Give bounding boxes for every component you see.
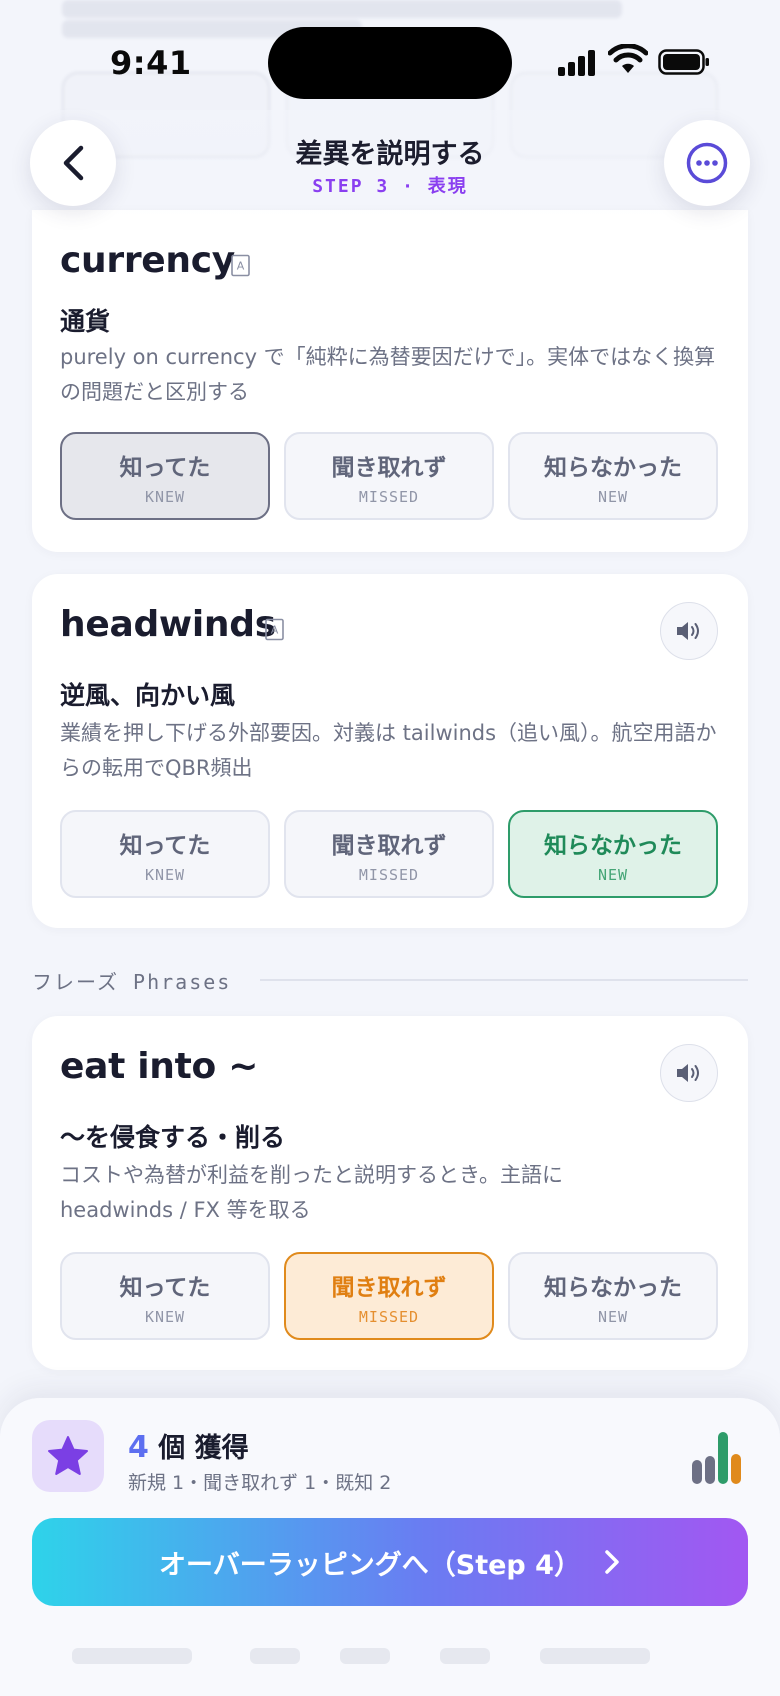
vocab-meaning: 逆風、向かい風 <box>60 681 236 710</box>
dictionary-icon[interactable]: A <box>264 618 286 642</box>
cellular-signal-icon <box>558 50 598 76</box>
new-button[interactable]: 知らなかった NEW <box>508 810 718 898</box>
vocab-note: 業績を押し下げる外部要因。対義は tailwinds（追い風）。航空用語からの転… <box>60 721 717 780</box>
missed-button[interactable]: 聞き取れず MISSED <box>284 810 494 898</box>
wifi-icon <box>608 44 648 73</box>
vocab-note: purely on currency で「純粋に為替要因だけで」。実体ではなく換… <box>60 345 716 404</box>
scrolled-content-ghost <box>72 1648 192 1664</box>
summary-panel: 4 個 獲得 新規 1・聞き取れず 1・既知 2 オーバーラッピングへ（Step… <box>0 1398 780 1696</box>
stats-bars-icon[interactable] <box>692 1432 752 1484</box>
svg-text:A: A <box>271 624 279 637</box>
missed-button[interactable]: 聞き取れず MISSED <box>284 432 494 520</box>
phrase-meaning: 〜を侵食する・削る <box>60 1123 286 1152</box>
next-step-label: オーバーラッピングへ（Step 4） <box>159 1549 581 1581</box>
back-button[interactable] <box>30 120 116 206</box>
vocab-term: currency <box>60 240 235 281</box>
scrolled-content-ghost <box>250 1648 300 1664</box>
section-label: フレーズ Phrases <box>32 970 232 994</box>
status-time: 9:41 <box>110 44 192 82</box>
chevron-right-icon <box>605 1550 619 1574</box>
play-audio-button[interactable] <box>660 1044 718 1102</box>
earned-count: 4 個 獲得 <box>128 1426 249 1465</box>
play-audio-button[interactable] <box>660 602 718 660</box>
phrase-card-eat-into: eat into ~ 〜を侵食する・削る コストや為替が利益を削ったと説明すると… <box>32 1016 748 1370</box>
vocab-meaning: 通貨 <box>60 307 111 336</box>
earned-label: 個 獲得 <box>158 1433 249 1464</box>
step-indicator: STEP 3 · 表現 <box>312 176 468 197</box>
star-badge <box>32 1420 104 1492</box>
phrase-term: eat into ~ <box>60 1046 259 1087</box>
dynamic-island <box>268 27 512 99</box>
page-title: 差異を説明する <box>295 139 485 170</box>
speaker-icon <box>677 622 699 640</box>
status-bar: 9:41 <box>0 0 780 110</box>
more-horizontal-icon <box>686 142 728 184</box>
dictionary-icon[interactable]: A <box>230 254 252 278</box>
chevron-left-icon <box>63 145 84 181</box>
star-icon <box>48 1436 88 1475</box>
scrolled-content-ghost <box>440 1648 490 1664</box>
missed-button[interactable]: 聞き取れず MISSED <box>284 1252 494 1340</box>
phrase-note: コストや為替が利益を削ったと説明するとき。主語に headwinds / FX … <box>60 1163 563 1222</box>
svg-text:A: A <box>237 260 245 273</box>
new-button[interactable]: 知らなかった NEW <box>508 432 718 520</box>
knew-button[interactable]: 知ってた KNEW <box>60 432 270 520</box>
scrolled-content-ghost <box>540 1648 650 1664</box>
screen: 9:41 差異を説明する STEP 3 · 表現 currency A 通貨 p… <box>0 0 780 1696</box>
nav-header: 差異を説明する STEP 3 · 表現 <box>0 110 780 220</box>
section-divider <box>260 979 748 981</box>
next-step-button[interactable]: オーバーラッピングへ（Step 4） <box>32 1518 748 1606</box>
vocab-term: headwinds <box>60 604 276 645</box>
phrases-section-header: フレーズ Phrases <box>32 964 748 994</box>
speaker-icon <box>677 1064 699 1082</box>
earned-breakdown: 新規 1・聞き取れず 1・既知 2 <box>128 1472 392 1494</box>
scrolled-content-ghost <box>340 1648 390 1664</box>
more-options-button[interactable] <box>664 120 750 206</box>
vocab-card-currency: currency A 通貨 purely on currency で「純粋に為替… <box>32 210 748 552</box>
knew-button[interactable]: 知ってた KNEW <box>60 810 270 898</box>
earned-number: 4 <box>128 1430 149 1465</box>
vocab-card-headwinds: headwinds A 逆風、向かい風 業績を押し下げる外部要因。対義は tai… <box>32 574 748 928</box>
new-button[interactable]: 知らなかった NEW <box>508 1252 718 1340</box>
battery-icon <box>658 49 709 75</box>
knew-button[interactable]: 知ってた KNEW <box>60 1252 270 1340</box>
